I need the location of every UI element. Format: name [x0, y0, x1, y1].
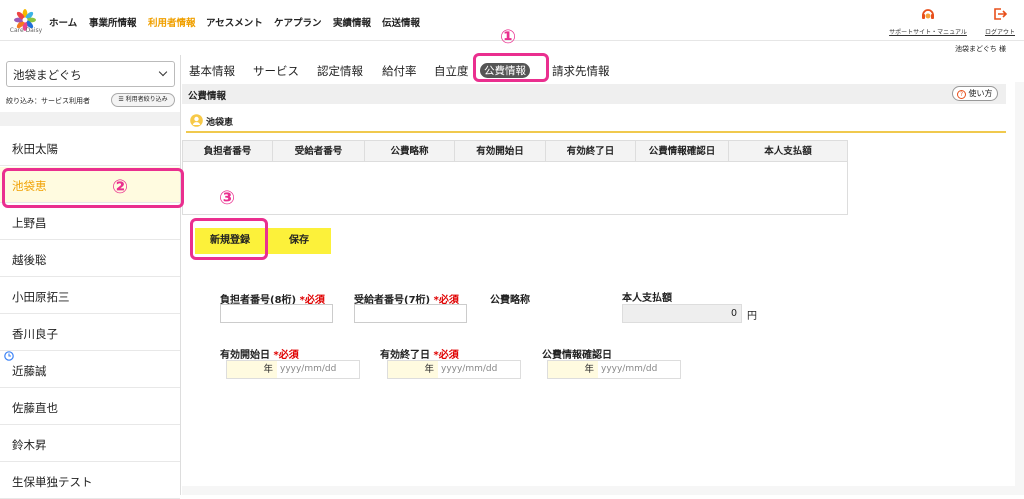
annotation-highlight-user: [2, 168, 184, 208]
save-button[interactable]: 保存: [267, 228, 331, 254]
user-list-item[interactable]: 鈴木昇: [0, 426, 180, 462]
user-list-item[interactable]: 近藤誠: [0, 352, 180, 388]
annotation-highlight-new-button: [190, 218, 268, 260]
annotation-highlight-tab: [473, 53, 549, 82]
main-content: 基本情報 サービス 認定情報 給付率 自立度 公費情報 請求先情報 公費情報 ?…: [182, 55, 1024, 495]
confirm-date-input[interactable]: 年 yyyy/mm/dd: [547, 360, 681, 379]
user-greeting: 池袋まどぐち 様: [955, 45, 1007, 53]
person-underline: [186, 131, 1006, 133]
how-to-use-label: 使い方: [968, 89, 993, 98]
nav-office-info[interactable]: 事業所情報: [89, 15, 137, 29]
user-list-item[interactable]: 香川良子: [0, 315, 180, 351]
headset-icon: [922, 9, 934, 19]
filter-label: 絞り込み：サービス利用者: [6, 97, 90, 105]
burden-number-input[interactable]: [220, 304, 333, 323]
nav-results[interactable]: 実績情報: [333, 15, 371, 29]
end-date-input[interactable]: 年 yyyy/mm/dd: [387, 360, 521, 379]
year-suffix: 年: [548, 361, 598, 378]
nav-home[interactable]: ホーム: [49, 15, 77, 29]
logout-label: ログアウト: [984, 29, 1015, 36]
public-expense-table: 負担者番号 受給者番号 公費略称 有効開始日 有効終了日 公費情報確認日 本人支…: [182, 140, 848, 215]
column-header: 有効終了日: [546, 141, 636, 162]
tab-certification[interactable]: 認定情報: [317, 63, 363, 79]
logo-text: Care Daisy: [9, 27, 43, 34]
column-header: 本人支払額: [764, 146, 812, 157]
filter-users-button-label: 利用者絞り込み: [125, 96, 168, 103]
end-date-label: 有効終了日 *必須: [380, 346, 459, 361]
start-date-label: 有効開始日 *必須: [220, 346, 299, 361]
self-pay-amount-field: 0: [622, 304, 742, 323]
date-placeholder: yyyy/mm/dd: [280, 364, 337, 374]
nav-transmission[interactable]: 伝送情報: [382, 15, 420, 29]
user-list-item[interactable]: 秋田太陽: [0, 130, 180, 166]
how-to-use-button[interactable]: ? 使い方: [952, 86, 998, 101]
nav-care-plan[interactable]: ケアプラン: [274, 15, 322, 29]
year-suffix: 年: [388, 361, 438, 378]
vertical-scrollbar[interactable]: [1015, 82, 1024, 495]
table-header: 負担者番号 受給者番号 公費略称 有効開始日 有効終了日 公費情報確認日 本人支…: [183, 141, 847, 162]
user-list-item[interactable]: 小田原拓三: [0, 278, 180, 314]
column-header: 公費情報確認日: [636, 141, 729, 162]
self-pay-label: 本人支払額: [622, 293, 672, 304]
chevron-down-icon: [158, 67, 168, 77]
horizontal-scrollbar[interactable]: [182, 486, 1015, 495]
column-header: 有効開始日: [455, 141, 546, 162]
sidebar-divider: [0, 112, 180, 126]
tab-billing[interactable]: 請求先情報: [552, 63, 610, 79]
date-placeholder: yyyy/mm/dd: [441, 364, 498, 374]
user-list-item[interactable]: 上野昌: [0, 204, 180, 240]
date-placeholder: yyyy/mm/dd: [601, 364, 658, 374]
column-header: 公費略称: [365, 141, 455, 162]
abbreviation-label: 公費略称: [490, 295, 530, 306]
office-select[interactable]: 池袋まどぐち: [6, 61, 175, 87]
nav-user-info[interactable]: 利用者情報: [148, 15, 196, 29]
filter-users-button[interactable]: ☰ 利用者絞り込み: [111, 93, 175, 107]
start-date-input[interactable]: 年 yyyy/mm/dd: [226, 360, 360, 379]
person-icon: [190, 114, 203, 127]
section-title: 公費情報: [188, 91, 227, 102]
tab-basic-info[interactable]: 基本情報: [189, 63, 235, 79]
user-list-item[interactable]: 越後聡: [0, 241, 180, 277]
annotation-number-1: ①: [500, 26, 517, 48]
logout-link[interactable]: ログアウト: [982, 6, 1018, 36]
confirm-date-label: 公費情報確認日: [542, 350, 612, 361]
person-name: 池袋恵: [206, 118, 234, 128]
column-header: 負担者番号: [183, 141, 273, 162]
user-sidebar: 池袋まどぐち 絞り込み：サービス利用者 ☰ 利用者絞り込み 秋田太陽 池袋恵 上…: [0, 55, 181, 499]
annotation-number-3: ③: [219, 187, 236, 209]
office-select-value: 池袋まどぐち: [13, 68, 82, 82]
question-icon: ?: [957, 90, 966, 99]
year-suffix: 年: [227, 361, 277, 378]
recipient-number-input[interactable]: [354, 304, 467, 323]
nav-assessment[interactable]: アセスメント: [206, 15, 263, 29]
column-header: 受給者番号: [273, 141, 365, 162]
yen-unit: 円: [747, 311, 757, 322]
user-list-item[interactable]: 佐藤直也: [0, 389, 180, 425]
user-list-item[interactable]: 生保単独テスト: [0, 463, 180, 499]
tab-benefit-rate[interactable]: 給付率: [382, 63, 417, 79]
annotation-number-2: ②: [112, 176, 129, 198]
support-link-label: サポートサイト・マニュアル: [889, 29, 967, 36]
filter-icon: ☰: [118, 96, 126, 103]
logout-icon: [994, 8, 1008, 20]
clock-icon: [4, 351, 14, 361]
support-site-link[interactable]: サポートサイト・マニュアル: [884, 6, 972, 36]
tab-service[interactable]: サービス: [253, 63, 299, 79]
section-header: 公費情報 ? 使い方: [182, 84, 1006, 104]
tab-independence[interactable]: 自立度: [434, 63, 469, 79]
